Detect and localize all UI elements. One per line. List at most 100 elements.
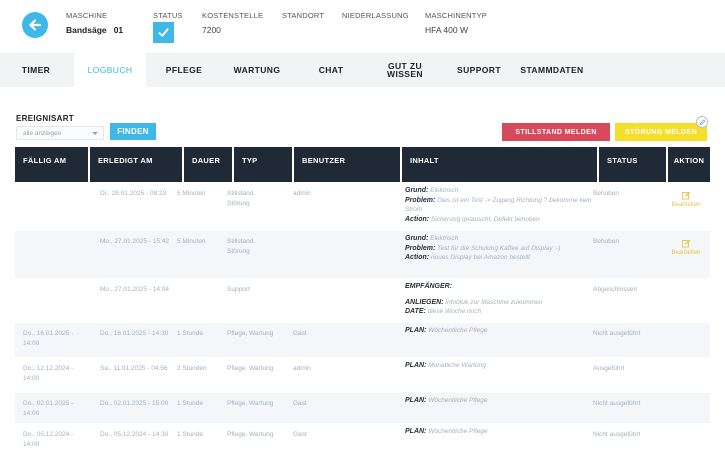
tab-bar: TIMER LOGBUCH PFLEGE WARTUNG CHAT GUT ZU… (0, 53, 725, 87)
back-button[interactable] (22, 12, 48, 38)
table-header: FÄLLIG AM ERLEDIGT AM DAUER TYP BENUTZER… (15, 147, 710, 182)
cell-dauer: 1 Stunde (177, 330, 204, 337)
cell-dauer: 1 Stunde (177, 400, 204, 407)
tab-gut-zu-wissen[interactable]: GUT ZU WISSEN (378, 53, 432, 87)
machine-header: MASCHINE Bandsäge 01 STATUS KOSTENSTELLE… (0, 0, 725, 52)
cell-benutzer: admin (293, 365, 311, 372)
status-label: STATUS (153, 11, 183, 20)
cell-benutzer: admin (293, 190, 311, 197)
inhalt-line: PLAN: Wöchentliche Pflege (405, 397, 488, 404)
cell-erledigt: Mo., 27.01.2025 - 14:04 (100, 286, 170, 293)
inhalt-line: Action: neues Display bei Amazon bestell… (405, 254, 531, 261)
col-status: STATUS (599, 147, 666, 182)
tab-support[interactable]: SUPPORT (450, 53, 508, 87)
cell-status: Nicht ausgeführt (593, 330, 641, 337)
ereignisart-select[interactable]: alle anzeigen (16, 126, 104, 140)
inhalt-line: EMPFÄNGER: (405, 283, 453, 290)
cell-status: Nicht ausgeführt (593, 431, 641, 438)
arrow-left-icon (29, 19, 42, 31)
col-benutzer: BENUTZER (294, 147, 400, 182)
col-aktion: AKTION (668, 147, 710, 182)
col-faellig: FÄLLIG AM (15, 147, 88, 182)
tab-pflege[interactable]: PFLEGE (160, 53, 208, 87)
maschinentyp-info: MASCHINENTYP HFA 400 W (425, 11, 487, 35)
cell-inhalt: Grund: Elektrisch Problem: Test für die … (405, 234, 595, 263)
status-info: STATUS (153, 11, 183, 43)
table-row: Do., 16.01.2025 - 14:00 Do., 16.01.2025 … (15, 323, 710, 357)
cell-benutzer: Gast (293, 431, 307, 438)
col-erledigt: ERLEDIGT AM (90, 147, 182, 182)
cell-typ: Pflege, Wartung (227, 431, 274, 438)
tab-wartung[interactable]: WARTUNG (228, 53, 286, 87)
maschinentyp-value: HFA 400 W (425, 25, 468, 35)
cell-inhalt: EMPFÄNGER: ANLIEGEN: Infoblue zur Maschi… (405, 282, 595, 317)
cell-erledigt: Do., 02.01.2025 - 15:00 (100, 400, 169, 407)
inhalt-line: PLAN: Wöchentliche Pflege (405, 428, 488, 435)
edit-action-label: Bearbeiten (671, 250, 701, 256)
inhalt-line: Grund: Elektrisch (405, 235, 459, 242)
cell-typ: Pflege, Wartung (227, 330, 274, 337)
cell-typ: Stillstand, Störung (227, 238, 256, 255)
cell-inhalt: PLAN: Monatliche Wartung (405, 361, 595, 371)
edit-action-label: Bearbeiten (671, 202, 701, 208)
inhalt-line: DATE: diese Woche noch (405, 308, 482, 315)
col-inhalt: INHALT (402, 147, 597, 182)
cell-dauer: 5 Minuten (177, 238, 206, 245)
report-standstill-button[interactable]: STILLSTAND MELDEN (502, 123, 610, 141)
chevron-down-icon (92, 132, 98, 135)
cell-inhalt: PLAN: Wöchentliche Pflege (405, 326, 595, 336)
find-button[interactable]: FINDEN (110, 123, 156, 140)
tab-logbuch[interactable]: LOGBUCH (74, 53, 146, 87)
table-row: Do., 05.12.2024 - 14:00 Do., 05.12.2024 … (15, 424, 710, 455)
standort-label: STANDORT (282, 11, 325, 20)
machine-label: MASCHINE (66, 11, 108, 20)
niederlassung-info: NIEDERLASSUNG (342, 11, 409, 20)
cell-status: Behoben (593, 190, 620, 197)
cell-erledigt: Do., 05.12.2024 - 14:30 (100, 431, 169, 438)
machine-info: MASCHINE Bandsäge 01 (66, 11, 123, 35)
col-typ: TYP (234, 147, 292, 182)
standort-info: STANDORT (282, 11, 324, 20)
cell-faellig: Do., 02.01.2025 - 14:00 (23, 400, 74, 417)
kostenstelle-label: KOSTENSTELLE (202, 11, 264, 20)
cell-status: Ausgeführt (593, 365, 625, 372)
inhalt-line: Problem: Test für die Schulung Kaffee au… (405, 244, 561, 252)
inhalt-line: PLAN: Wöchentliche Pflege (405, 327, 488, 334)
cell-inhalt: PLAN: Wöchentliche Pflege (405, 396, 595, 406)
tab-timer[interactable]: TIMER (16, 53, 56, 87)
cell-typ: Pflege, Wartung (227, 365, 274, 372)
table-row: Mo., 27.01.2025 - 14:04 Support EMPFÄNGE… (15, 279, 710, 322)
cell-typ: Pflege, Wartung (227, 400, 274, 407)
maschinentyp-label: MASCHINENTYP (425, 11, 487, 20)
edit-badge-icon[interactable] (696, 116, 708, 128)
cell-status: Nicht ausgeführt (593, 400, 641, 407)
cell-inhalt: PLAN: Wöchentliche Pflege (405, 427, 595, 437)
cell-erledigt: Di., 28.01.2025 - 08:23 (100, 190, 167, 197)
kostenstelle-info: KOSTENSTELLE 7200 (202, 11, 263, 35)
inhalt-line: Grund: Elektrisch (405, 187, 459, 194)
inhalt-line: Action: Sicherung getauscht, Defekt beho… (405, 215, 540, 223)
report-fault-button[interactable]: STÖRUNG MELDEN (615, 123, 707, 141)
table-row: Mo., 27.01.2025 - 15:42 5 Minuten Stills… (15, 231, 710, 278)
table-row: Di., 28.01.2025 - 08:23 5 Minuten Stills… (15, 183, 710, 230)
filter-label: EREIGNISART (16, 114, 74, 123)
edit-action[interactable]: Bearbeiten (665, 239, 707, 257)
cell-status: Abgeschlossen (593, 286, 638, 293)
cell-faellig: Do., 16.01.2025 - 14:00 (23, 330, 74, 347)
cell-dauer: 5 Minuten (177, 190, 206, 197)
edit-icon (681, 239, 690, 248)
cell-dauer: 1 Stunde (177, 431, 204, 438)
cell-typ: Support (227, 286, 250, 293)
cell-dauer: 2 Stunden (177, 365, 207, 372)
cell-erledigt: Mo., 27.01.2025 - 15:42 (100, 238, 170, 245)
inhalt-line: PLAN: Monatliche Wartung (405, 362, 486, 369)
cell-inhalt: Grund: Elektrisch Problem: Dies ist ein … (405, 186, 595, 224)
cell-typ: Stillstand, Störung (227, 190, 256, 207)
kostenstelle-value: 7200 (202, 25, 221, 35)
check-icon (158, 28, 169, 37)
edit-action[interactable]: Bearbeiten (665, 191, 707, 209)
select-value: alle anzeigen (23, 130, 62, 137)
tab-chat[interactable]: CHAT (310, 53, 352, 87)
cell-status: Behoben (593, 238, 620, 245)
tab-stammdaten[interactable]: STAMMDATEN (516, 53, 588, 87)
